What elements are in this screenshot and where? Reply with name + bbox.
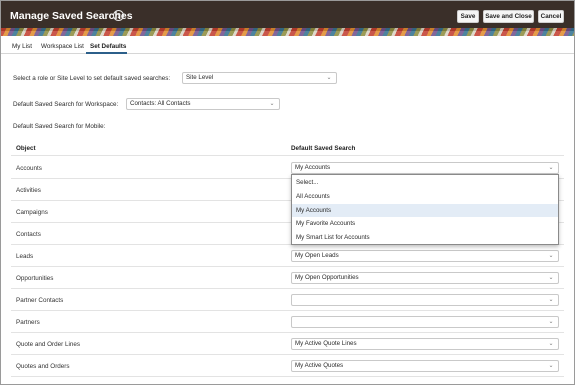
select-value: My Active Quotes (295, 362, 344, 369)
cancel-button[interactable]: Cancel (538, 10, 564, 23)
tab-workspace-list[interactable]: Workspace List (41, 43, 84, 50)
workspace-default-select[interactable]: Contacts: All Contacts ⌄ (126, 98, 280, 110)
dropdown-option[interactable]: All Accounts (292, 190, 558, 203)
default-search-select-leads[interactable]: My Open Leads ⌄ (291, 250, 559, 262)
select-value: My Accounts (295, 164, 331, 171)
dropdown-option[interactable]: Select... (292, 176, 558, 189)
role-prompt-label: Select a role or Site Level to set defau… (13, 75, 171, 82)
row-divider (11, 332, 564, 333)
default-search-select-accounts[interactable]: My Accounts ⌄ (291, 162, 559, 174)
chevron-down-icon: ⌄ (548, 253, 554, 259)
row-divider (11, 266, 564, 267)
chevron-down-icon: ⌄ (269, 101, 275, 107)
accounts-dropdown-listbox: Select... All Accounts My Accounts My Fa… (291, 174, 559, 245)
header-decorative-pattern (1, 28, 574, 36)
column-header-object: Object (16, 145, 36, 152)
row-divider (11, 376, 564, 377)
default-search-select-partners[interactable]: ⌄ (291, 316, 559, 328)
row-object-label: Campaigns (16, 209, 48, 216)
select-value: My Open Opportunities (295, 274, 359, 281)
save-button[interactable]: Save (457, 10, 479, 23)
chevron-down-icon: ⌄ (548, 363, 554, 369)
workspace-default-value: Contacts: All Contacts (130, 100, 191, 107)
default-search-select-partner-contacts[interactable]: ⌄ (291, 294, 559, 306)
dropdown-option-highlighted[interactable]: My Accounts (292, 204, 558, 217)
row-object-label: Quote and Order Lines (16, 341, 81, 348)
manage-saved-searches-dialog: Manage Saved Searches ? Save Save and Cl… (0, 0, 575, 385)
row-divider (11, 310, 564, 311)
default-search-select-opportunities[interactable]: My Open Opportunities ⌄ (291, 272, 559, 284)
row-object-label: Leads (16, 253, 34, 260)
row-divider (11, 354, 564, 355)
column-header-default-saved-search: Default Saved Search (291, 145, 356, 152)
row-object-label: Partner Contacts (16, 297, 64, 304)
tab-my-list[interactable]: My List (12, 43, 32, 50)
row-divider (11, 288, 564, 289)
header-divider (11, 155, 564, 156)
tab-bar: My List Workspace List Set Defaults (1, 39, 574, 54)
role-select-value: Site Level (186, 74, 214, 81)
chevron-down-icon: ⌄ (548, 297, 554, 303)
chevron-down-icon: ⌄ (548, 165, 554, 171)
chevron-down-icon: ⌄ (548, 275, 554, 281)
select-value: My Active Quote Lines (295, 340, 357, 347)
row-object-label: Quotes and Orders (16, 363, 70, 370)
tab-set-defaults[interactable]: Set Defaults (90, 43, 126, 50)
default-search-select-quotes[interactable]: My Active Quotes ⌄ (291, 360, 559, 372)
select-value: My Open Leads (295, 252, 339, 259)
chevron-down-icon: ⌄ (548, 341, 554, 347)
save-and-close-button[interactable]: Save and Close (483, 10, 534, 23)
dropdown-option[interactable]: My Smart List for Accounts (292, 231, 558, 244)
row-object-label: Accounts (16, 165, 42, 172)
default-search-select-quote-lines[interactable]: My Active Quote Lines ⌄ (291, 338, 559, 350)
row-object-label: Contacts (16, 231, 41, 238)
row-object-label: Opportunities (16, 275, 54, 282)
dropdown-option[interactable]: My Favorite Accounts (292, 217, 558, 230)
help-icon[interactable]: ? (113, 10, 124, 21)
mobile-default-label: Default Saved Search for Mobile: (13, 123, 106, 130)
row-object-label: Activities (16, 187, 41, 194)
row-object-label: Partners (16, 319, 40, 326)
role-select[interactable]: Site Level ⌄ (182, 72, 337, 84)
workspace-default-label: Default Saved Search for Workspace: (13, 101, 119, 108)
chevron-down-icon: ⌄ (326, 75, 332, 81)
chevron-down-icon: ⌄ (548, 319, 554, 325)
active-tab-indicator (86, 52, 127, 54)
